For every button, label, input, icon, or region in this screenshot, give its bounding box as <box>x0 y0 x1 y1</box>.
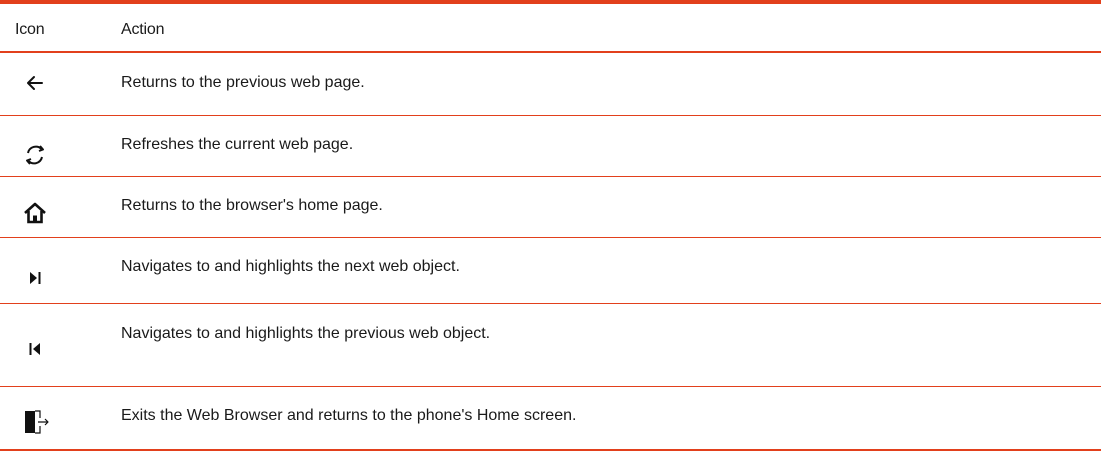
refresh-icon <box>20 140 50 170</box>
table-row: Returns to the browser's home page. <box>0 176 1101 238</box>
table-row: Refreshes the current web page. <box>0 115 1101 177</box>
action-description: Navigates to and highlights the previous… <box>121 325 491 342</box>
back-arrow-icon <box>20 68 50 98</box>
action-column-header: Action <box>121 21 165 38</box>
table-row: Returns to the previous web page. <box>0 53 1101 116</box>
table-header: Icon Action <box>0 8 1101 53</box>
exit-icon <box>20 407 50 437</box>
icon-column-header: Icon <box>15 21 45 38</box>
table-row: Navigates to and highlights the previous… <box>0 303 1101 387</box>
action-description: Returns to the previous web page. <box>121 74 365 91</box>
action-description: Refreshes the current web page. <box>121 136 354 153</box>
action-description: Navigates to and highlights the next web… <box>121 258 460 275</box>
table-row: Navigates to and highlights the next web… <box>0 237 1101 304</box>
home-icon <box>20 198 50 228</box>
icon-action-table: Icon Action Returns to the previous web … <box>0 0 1101 451</box>
table-row: Exits the Web Browser and returns to the… <box>0 386 1101 451</box>
action-description: Exits the Web Browser and returns to the… <box>121 407 577 424</box>
previous-object-icon <box>20 334 50 364</box>
action-description: Returns to the browser's home page. <box>121 197 383 214</box>
next-object-icon <box>20 263 50 293</box>
